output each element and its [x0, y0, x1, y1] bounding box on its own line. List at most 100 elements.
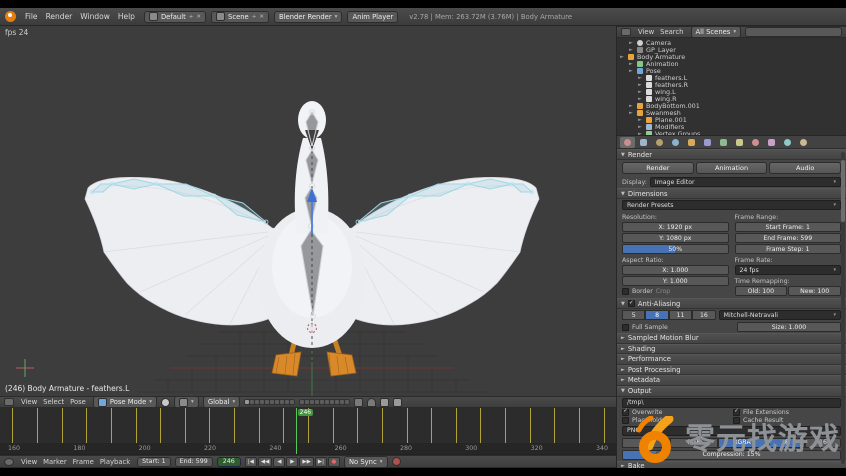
render-presets-dropdown[interactable]: Render Presets ▾ [622, 200, 841, 210]
start-frame-field[interactable]: Start Frame: 1 [735, 222, 842, 232]
expand-arrow-icon[interactable]: ► [638, 89, 643, 95]
tab-world[interactable] [668, 137, 683, 148]
expand-arrow-icon[interactable]: ► [638, 117, 643, 123]
expand-arrow-icon[interactable]: ► [638, 82, 643, 88]
plus-icon[interactable]: + [252, 14, 257, 20]
transport-button[interactable]: ◀ [273, 457, 285, 467]
menu-item[interactable]: View [635, 28, 657, 36]
display-dropdown[interactable]: Image Editor ▾ [650, 177, 841, 187]
layers-widget-2[interactable] [299, 399, 350, 405]
menu-item[interactable]: Frame [70, 458, 97, 466]
expand-arrow-icon[interactable]: ► [638, 124, 643, 130]
antialiasing-checkbox[interactable]: ✓ [628, 300, 635, 307]
tab-particles[interactable] [780, 137, 795, 148]
pivot-dropdown[interactable]: ▾ [174, 396, 199, 408]
render-engine-dropdown[interactable]: Blender Render ▾ [274, 11, 342, 23]
menu-item[interactable]: View [18, 458, 40, 466]
tab-data[interactable] [732, 137, 747, 148]
close-icon[interactable]: ✕ [196, 14, 201, 20]
panel-header-render[interactable]: ▼ Render [617, 149, 846, 160]
full-sample-checkbox[interactable] [622, 324, 629, 331]
menu-item[interactable]: Window [76, 12, 114, 21]
remap-new-field[interactable]: New: 100 [788, 286, 841, 296]
collapsed-panel-header[interactable]: ► Performance [617, 354, 846, 365]
expand-arrow-icon[interactable]: ► [620, 54, 625, 60]
panel-header-dimensions[interactable]: ▼ Dimensions [617, 188, 846, 199]
transport-button[interactable]: ▶| [315, 457, 327, 467]
overwrite-checkbox[interactable]: ✓ [622, 409, 629, 416]
orientation-dropdown[interactable]: Global ▾ [203, 396, 240, 408]
timeline-current-line[interactable]: 246 [296, 408, 297, 454]
anim-player-button[interactable]: Anim Player [347, 11, 398, 23]
menu-item[interactable]: File [21, 12, 42, 21]
remap-old-field[interactable]: Old: 100 [735, 286, 788, 296]
tab-material[interactable] [748, 137, 763, 148]
outliner-search-input[interactable] [745, 27, 842, 37]
menu-item[interactable]: Playback [97, 458, 133, 466]
aspect-x-field[interactable]: X: 1.000 [622, 265, 729, 275]
placeholders-checkbox[interactable] [622, 417, 629, 424]
file-extensions-checkbox[interactable]: ✓ [733, 409, 740, 416]
close-icon[interactable]: ✕ [259, 14, 264, 20]
aa-sample-button[interactable]: 5 [622, 310, 645, 320]
expand-arrow-icon[interactable]: ► [638, 75, 643, 81]
expand-arrow-icon[interactable]: ► [629, 103, 634, 109]
timeline-body[interactable]: 246 160180200220240260280300320340 [0, 408, 616, 455]
timeline-editor-icon[interactable] [4, 458, 14, 466]
render-button[interactable]: Audio [769, 162, 841, 174]
editor-type-icon[interactable] [4, 398, 14, 406]
transport-button[interactable]: |◀ [245, 457, 257, 467]
outliner-item[interactable]: ► Plane.001 [617, 116, 846, 123]
outliner-item[interactable]: ► Vertex Groups [617, 130, 846, 135]
output-path-field[interactable]: /tmp\ [622, 398, 841, 408]
tab-physics[interactable] [796, 137, 811, 148]
tab-render[interactable] [620, 137, 635, 148]
menu-item[interactable]: View [18, 398, 40, 406]
menu-item[interactable]: Select [40, 398, 67, 406]
transport-button[interactable]: ◀◀ [258, 457, 272, 467]
outliner-editor-icon[interactable] [621, 28, 631, 36]
transport-button[interactable]: ▶▶ [299, 457, 313, 467]
render-still-icon[interactable] [380, 398, 389, 407]
aspect-y-field[interactable]: Y: 1.000 [622, 276, 729, 286]
frame-end-field[interactable]: End: 599 [175, 457, 213, 467]
collapsed-panel-header[interactable]: ► Metadata [617, 375, 846, 386]
scene-dropdown[interactable]: Scene + ✕ [211, 11, 269, 23]
expand-arrow-icon[interactable]: ► [629, 61, 634, 67]
properties-scrollbar[interactable] [841, 152, 845, 464]
tab-texture[interactable] [764, 137, 779, 148]
auto-keyframe-icon[interactable] [392, 457, 401, 466]
render-anim-icon[interactable] [393, 398, 402, 407]
menu-item[interactable]: Render [42, 12, 77, 21]
transport-button[interactable]: ▶ [286, 457, 298, 467]
resolution-x-field[interactable]: X: 1920 px [622, 222, 729, 232]
menu-item[interactable]: Pose [67, 398, 89, 406]
lock-icon[interactable] [354, 398, 363, 407]
tab-scene[interactable] [652, 137, 667, 148]
expand-arrow-icon[interactable]: ► [629, 47, 634, 53]
outliner-item[interactable]: ► Pose [617, 67, 846, 74]
3d-viewport[interactable]: fps 24 (246) Body Armature - feathers.L [0, 26, 616, 396]
outliner-scope-dropdown[interactable]: All Scenes ▾ [691, 26, 742, 38]
end-frame-field[interactable]: End Frame: 599 [735, 233, 842, 243]
resolution-percent-slider[interactable]: 50% [622, 244, 729, 254]
frame-start-field[interactable]: Start: 1 [137, 457, 171, 467]
resolution-y-field[interactable]: Y: 1080 px [622, 233, 729, 243]
outliner-item[interactable]: ► Swanmesh [617, 109, 846, 116]
outliner-item[interactable]: ► wing.L [617, 88, 846, 95]
aa-filter-dropdown[interactable]: Mitchell-Netravali ▾ [719, 310, 841, 320]
mode-dropdown[interactable]: Pose Mode ▾ [93, 396, 157, 408]
render-button[interactable]: Render [622, 162, 694, 174]
panel-header-antialiasing[interactable]: ▼ ✓ Anti-Aliasing [617, 298, 846, 309]
collapsed-panel-header[interactable]: ► Shading [617, 344, 846, 355]
collapsed-panel-header[interactable]: ► Sampled Motion Blur [617, 333, 846, 344]
expand-arrow-icon[interactable]: ► [629, 40, 634, 46]
plus-icon[interactable]: + [189, 14, 194, 20]
transport-button[interactable]: ● [328, 457, 340, 467]
screen-layout-dropdown[interactable]: Default + ✕ [144, 11, 206, 23]
tab-modifiers[interactable] [716, 137, 731, 148]
render-button[interactable]: Animation [696, 162, 768, 174]
menu-item[interactable]: Marker [40, 458, 70, 466]
viewport-shading-icon[interactable] [161, 398, 170, 407]
aa-sample-button[interactable]: 8 [645, 310, 668, 320]
